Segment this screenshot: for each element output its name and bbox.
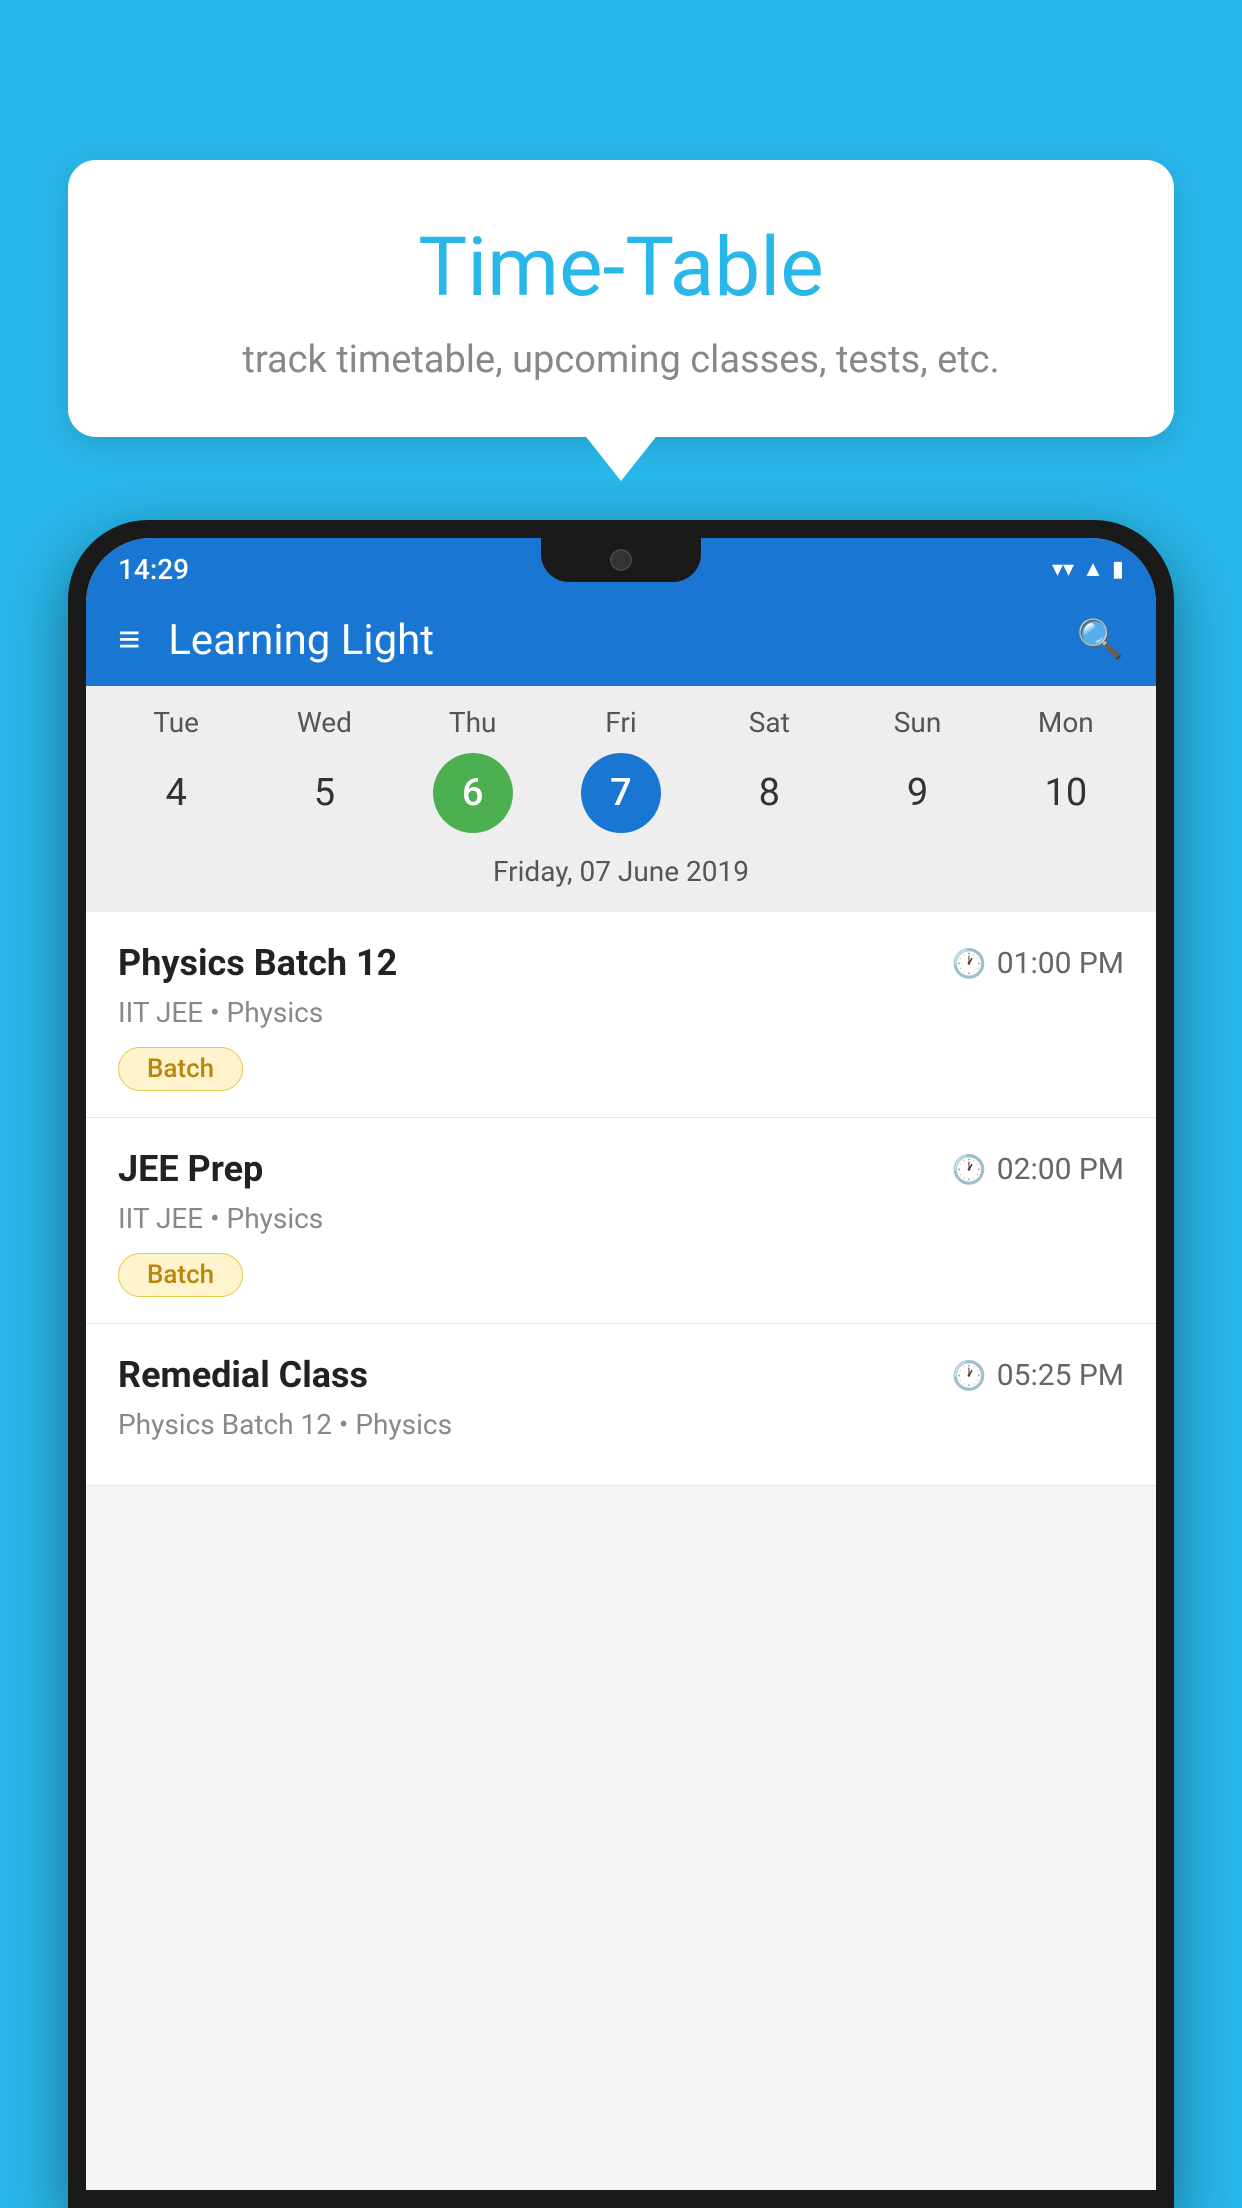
- schedule-item-3-title: Remedial Class: [118, 1354, 368, 1396]
- schedule-item-3[interactable]: Remedial Class 🕐 05:25 PM Physics Batch …: [86, 1324, 1156, 1486]
- battery-icon: ▮: [1112, 557, 1124, 582]
- day-label-fri: Fri: [581, 706, 661, 739]
- day-8[interactable]: 8: [729, 753, 809, 833]
- day-label-wed: Wed: [284, 706, 364, 739]
- phone-inner: 14:29 ▾▾ ▲ ▮ ≡ Learning Light 🔍 Tue Wed …: [86, 538, 1156, 2190]
- wifi-icon: ▾▾: [1052, 557, 1074, 582]
- app-title: Learning Light: [168, 616, 1048, 665]
- day-numbers: 4 5 6 7 8 9 10: [86, 753, 1156, 833]
- schedule-item-2-header: JEE Prep 🕐 02:00 PM: [118, 1148, 1124, 1190]
- schedule-item-1-header: Physics Batch 12 🕐 01:00 PM: [118, 942, 1124, 984]
- schedule-item-3-time: 🕐 05:25 PM: [952, 1358, 1124, 1393]
- app-bar: ≡ Learning Light 🔍: [86, 594, 1156, 686]
- selected-date-label: Friday, 07 June 2019: [86, 847, 1156, 902]
- schedule-item-3-header: Remedial Class 🕐 05:25 PM: [118, 1354, 1124, 1396]
- day-10[interactable]: 10: [1026, 753, 1106, 833]
- clock-icon-2: 🕐: [952, 1153, 987, 1186]
- tooltip-card: Time-Table track timetable, upcoming cla…: [68, 160, 1174, 437]
- day-label-sat: Sat: [729, 706, 809, 739]
- tooltip-subtitle: track timetable, upcoming classes, tests…: [128, 338, 1114, 382]
- schedule-item-1-subtitle: IIT JEE • Physics: [118, 996, 1124, 1029]
- signal-icon: ▲: [1082, 556, 1104, 582]
- clock-icon-1: 🕐: [952, 947, 987, 980]
- schedule-item-1-time: 🕐 01:00 PM: [952, 946, 1124, 981]
- schedule-list: Physics Batch 12 🕐 01:00 PM IIT JEE • Ph…: [86, 912, 1156, 1486]
- day-6-today[interactable]: 6: [433, 753, 513, 833]
- day-5[interactable]: 5: [284, 753, 364, 833]
- status-icons: ▾▾ ▲ ▮: [1052, 556, 1124, 582]
- hamburger-icon[interactable]: ≡: [118, 621, 140, 659]
- day-9[interactable]: 9: [878, 753, 958, 833]
- day-label-mon: Mon: [1026, 706, 1106, 739]
- schedule-item-2[interactable]: JEE Prep 🕐 02:00 PM IIT JEE • Physics Ba…: [86, 1118, 1156, 1324]
- batch-tag-1: Batch: [118, 1047, 243, 1091]
- schedule-item-2-time: 🕐 02:00 PM: [952, 1152, 1124, 1187]
- day-label-tue: Tue: [136, 706, 216, 739]
- schedule-item-1[interactable]: Physics Batch 12 🕐 01:00 PM IIT JEE • Ph…: [86, 912, 1156, 1118]
- day-7-selected[interactable]: 7: [581, 753, 661, 833]
- day-4[interactable]: 4: [136, 753, 216, 833]
- day-label-thu: Thu: [433, 706, 513, 739]
- phone-mockup: 14:29 ▾▾ ▲ ▮ ≡ Learning Light 🔍 Tue Wed …: [68, 520, 1174, 2208]
- batch-tag-2: Batch: [118, 1253, 243, 1297]
- phone-camera: [610, 549, 632, 571]
- clock-icon-3: 🕐: [952, 1359, 987, 1392]
- phone-notch: [541, 538, 701, 582]
- day-headers: Tue Wed Thu Fri Sat Sun Mon: [86, 706, 1156, 739]
- search-icon[interactable]: 🔍: [1077, 618, 1124, 662]
- schedule-item-3-subtitle: Physics Batch 12 • Physics: [118, 1408, 1124, 1441]
- day-label-sun: Sun: [878, 706, 958, 739]
- tooltip-title: Time-Table: [128, 220, 1114, 316]
- schedule-item-1-title: Physics Batch 12: [118, 942, 397, 984]
- calendar-strip: Tue Wed Thu Fri Sat Sun Mon 4 5 6 7 8 9 …: [86, 686, 1156, 912]
- schedule-item-2-title: JEE Prep: [118, 1148, 263, 1190]
- schedule-item-2-subtitle: IIT JEE • Physics: [118, 1202, 1124, 1235]
